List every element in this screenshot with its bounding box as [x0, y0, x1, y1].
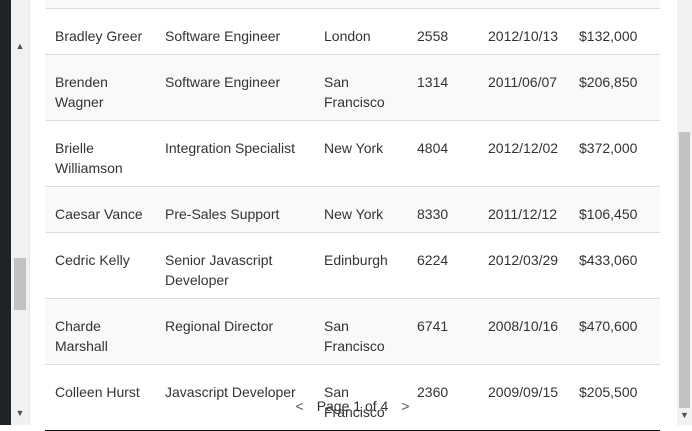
scroll-down-arrow-icon[interactable]: ▼: [677, 408, 692, 422]
inner-scrollbar[interactable]: ▲ ▼: [11, 0, 29, 425]
cell-extension: 8330: [407, 186, 478, 233]
cell-office: London: [314, 8, 407, 55]
table-row: AuthorFrancisco: [45, 0, 660, 9]
scroll-down-arrow-icon[interactable]: ▼: [11, 405, 29, 421]
table-row: Brielle Williamson Integration Specialist…: [45, 120, 660, 187]
divider: [29, 0, 30, 425]
prev-page-button[interactable]: <: [283, 398, 317, 414]
cell-position: Author: [155, 0, 314, 9]
cell-name: Caesar Vance: [45, 186, 155, 233]
cell-position: Integration Specialist: [155, 120, 314, 187]
cell-start-date: [478, 0, 569, 9]
cell-salary: $433,060: [569, 232, 660, 299]
cell-position: Software Engineer: [155, 54, 314, 121]
cell-extension: 2558: [407, 8, 478, 55]
cell-name: Bradley Greer: [45, 8, 155, 55]
cell-office: San Francisco: [314, 298, 407, 365]
cell-salary: $470,600: [569, 298, 660, 365]
cell-start-date: 2012/10/13: [478, 8, 569, 55]
cell-salary: $132,000: [569, 8, 660, 55]
cell-extension: [407, 0, 478, 9]
cell-position: Software Engineer: [155, 8, 314, 55]
cell-name: [45, 0, 155, 9]
cell-name: Brielle Williamson: [45, 120, 155, 187]
table-row: Caesar Vance Pre-Sales Support New York 833…: [45, 186, 660, 233]
table-row: Bradley Greer Software Engineer London 2558…: [45, 8, 660, 55]
cell-name: Charde Marshall: [45, 298, 155, 365]
cell-office: New York: [314, 186, 407, 233]
cell-office: Francisco: [314, 0, 407, 9]
pagination: < Page 1 of 4 >: [45, 396, 660, 416]
table-row: Cedric Kelly Senior Javascript Developer E…: [45, 232, 660, 299]
employee-table-container: AuthorFranciscoBradley GreerSoftware Eng…: [45, 0, 660, 431]
next-page-button[interactable]: >: [388, 398, 422, 414]
cell-name: Cedric Kelly: [45, 232, 155, 299]
cell-name: Brenden Wagner: [45, 54, 155, 121]
table-row: Charde Marshall Regional Director San Fran…: [45, 298, 660, 365]
cell-position: Senior Javascript Developer: [155, 232, 314, 299]
cell-start-date: 2012/12/02: [478, 120, 569, 187]
cell-start-date: 2008/10/16: [478, 298, 569, 365]
cell-salary: $106,450: [569, 186, 660, 233]
scroll-up-arrow-icon[interactable]: ▲: [11, 38, 29, 54]
cell-office: San Francisco: [314, 54, 407, 121]
cell-position: Pre-Sales Support: [155, 186, 314, 233]
page-scrollbar[interactable]: ▼: [677, 0, 692, 425]
cell-salary: $372,000: [569, 120, 660, 187]
cell-position: Regional Director: [155, 298, 314, 365]
cell-salary: [569, 0, 660, 9]
cell-office: New York: [314, 120, 407, 187]
page-indicator: Page 1 of 4: [316, 398, 389, 414]
table-row: Brenden Wagner Software Engineer San Franc…: [45, 54, 660, 121]
left-panel-edge: [0, 0, 11, 425]
cell-start-date: 2011/12/12: [478, 186, 569, 233]
scrollbar-thumb[interactable]: [14, 258, 26, 310]
cell-extension: 4804: [407, 120, 478, 187]
cell-extension: 1314: [407, 54, 478, 121]
cell-office: Edinburgh: [314, 232, 407, 299]
employee-table: AuthorFranciscoBradley GreerSoftware Eng…: [45, 0, 660, 431]
cell-start-date: 2012/03/29: [478, 232, 569, 299]
page-scrollbar-thumb[interactable]: [679, 132, 690, 408]
cell-salary: $206,850: [569, 54, 660, 121]
cell-extension: 6224: [407, 232, 478, 299]
cell-extension: 6741: [407, 298, 478, 365]
cell-start-date: 2011/06/07: [478, 54, 569, 121]
